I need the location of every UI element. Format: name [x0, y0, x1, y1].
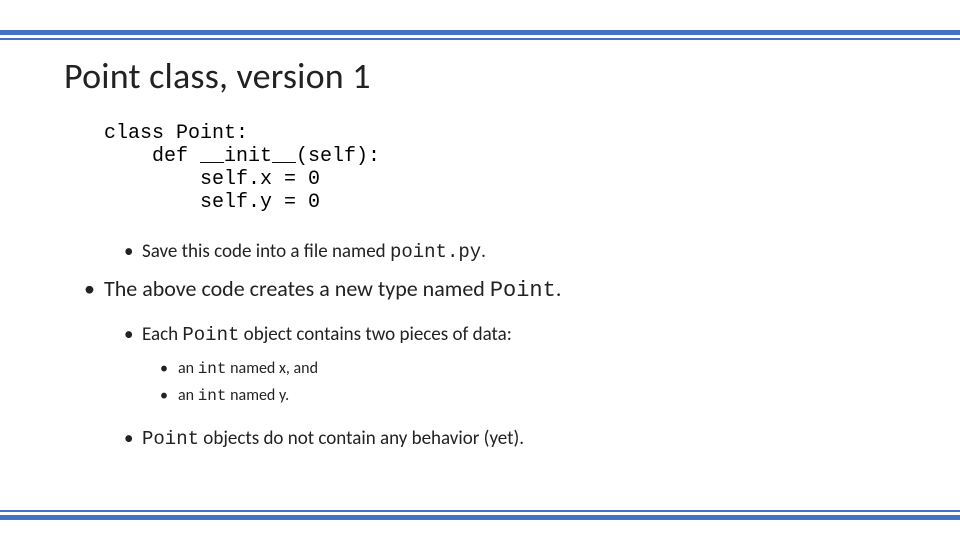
code-inline: int: [198, 387, 227, 405]
code-block: class Point: def __init__(self): self.x …: [104, 122, 896, 214]
code-inline: Point: [142, 428, 199, 450]
text: object contains two pieces of data:: [239, 323, 511, 346]
bullet-int-y: an int named y.: [160, 385, 896, 408]
text: an: [178, 386, 198, 405]
bullet-creates-type: The above code creates a new type named …: [84, 275, 896, 306]
code-inline: int: [198, 360, 227, 378]
content-area: Point class, version 1 class Point: def …: [0, 54, 960, 452]
slide-title: Point class, version 1: [64, 54, 896, 98]
text: an: [178, 359, 198, 378]
text: The above code creates a new type named: [104, 275, 490, 302]
text: Save this code into a file named: [142, 240, 390, 263]
bullet-save-file: Save this code into a file named point.p…: [124, 240, 896, 265]
bullet-list-data: an int named x, and an int named y.: [64, 358, 896, 407]
bottom-rule-group: [0, 510, 960, 520]
code-inline: point.py: [390, 241, 481, 263]
text: .: [556, 275, 562, 302]
code-inline: Point: [490, 278, 556, 303]
bullet-list-behavior: Point objects do not contain any behavio…: [64, 427, 896, 452]
top-rule-group: [0, 0, 960, 40]
bullet-each-point: Each Point object contains two pieces of…: [124, 323, 896, 348]
slide: Point class, version 1 class Point: def …: [0, 0, 960, 540]
bullet-list-save: Save this code into a file named point.p…: [64, 240, 896, 265]
bullet-list-main: The above code creates a new type named …: [64, 275, 896, 306]
rule-thin-top: [0, 38, 960, 40]
text: .: [481, 240, 486, 263]
bullet-int-x: an int named x, and: [160, 358, 896, 381]
text: Each: [142, 323, 182, 346]
bullet-list-sub: Each Point object contains two pieces of…: [64, 323, 896, 348]
text: named x, and: [227, 359, 318, 378]
rule-thick-bottom: [0, 515, 960, 520]
bullet-no-behavior: Point objects do not contain any behavio…: [124, 427, 896, 452]
code-inline: Point: [182, 324, 239, 346]
text: named y.: [227, 386, 290, 405]
text: objects do not contain any behavior (yet…: [199, 427, 524, 450]
